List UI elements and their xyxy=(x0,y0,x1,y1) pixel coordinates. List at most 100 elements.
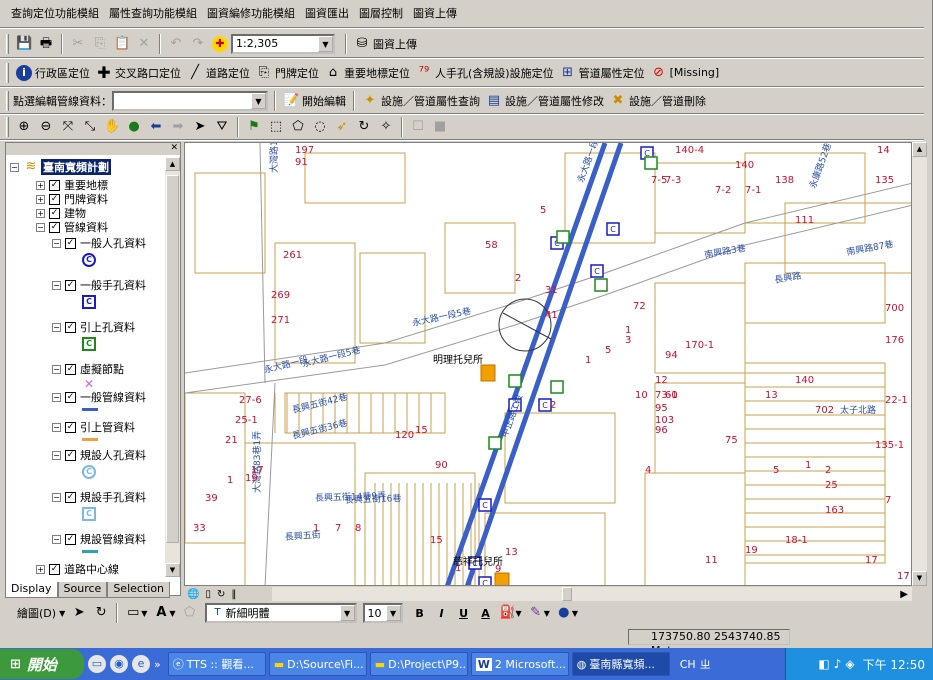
expand-icon[interactable]: + xyxy=(36,564,45,574)
redo-button[interactable]: ↷ xyxy=(187,33,209,55)
draw-menu-button[interactable]: 繪圖(D) ▼ xyxy=(14,602,68,624)
rotate-button[interactable]: ↻ xyxy=(353,116,375,138)
collapse-icon[interactable]: − xyxy=(52,450,61,460)
fixed-zoom-out-button[interactable]: ⤡ xyxy=(79,116,101,138)
toolbar-grip[interactable] xyxy=(6,117,9,137)
copy-button[interactable]: ⎘ xyxy=(89,33,111,55)
layer-checkbox[interactable]: ✓ xyxy=(65,237,76,249)
undo-button[interactable]: ↶ xyxy=(165,33,187,55)
task-tainan-map[interactable]: ◍ 臺南縣寬頻... xyxy=(571,652,670,676)
fill-color-button[interactable]: ⛽ ▼ xyxy=(497,602,525,624)
layer-virtual-node[interactable]: − ✓ 虛擬節點 xyxy=(52,361,124,377)
layer-checkbox[interactable]: ✓ xyxy=(49,207,60,219)
measure-button[interactable]: ✧ xyxy=(375,116,397,138)
collapse-icon[interactable]: − xyxy=(52,364,61,374)
road-locate-button[interactable]: ╱ 道路定位 xyxy=(184,62,253,84)
font-color-button[interactable]: A xyxy=(475,602,497,624)
close-icon[interactable]: ✕ xyxy=(170,143,178,154)
stop-button[interactable]: ■ xyxy=(429,116,451,138)
map-view[interactable]: CCCCCCCCC永大路一段5巷永大路一段5巷永大路一段長興五街42巷長興五街3… xyxy=(184,142,912,586)
menu-layer-control[interactable]: 圖層控制 xyxy=(354,0,408,28)
toolbar-grip[interactable] xyxy=(6,62,9,83)
marker-color-button[interactable]: ● ▼ xyxy=(553,602,581,624)
font-name-select[interactable]: T 新細明體 ▼ xyxy=(204,603,357,623)
layer-general-pipe[interactable]: − ✓ 一般管線資料 xyxy=(52,389,146,405)
desktop-quicklaunch-icon[interactable]: ▭ xyxy=(88,655,106,673)
task-source-folder[interactable]: ▬ D:\Source\Fi... xyxy=(268,652,367,676)
layer-planned-manhole[interactable]: − ✓ 規設人孔資料 xyxy=(52,447,146,463)
chevron-down-icon[interactable]: ▼ xyxy=(385,605,401,621)
network-tray-icon[interactable]: ◧ xyxy=(818,657,829,671)
start-edit-button[interactable]: 📝 開始編輯 xyxy=(280,90,349,112)
upload-button[interactable]: ⛁ 圖資上傳 xyxy=(351,33,420,55)
scroll-right-icon[interactable]: ▶ xyxy=(897,589,911,600)
collapse-icon[interactable]: − xyxy=(52,492,61,502)
collapse-icon[interactable]: − xyxy=(10,162,19,172)
task-project-folder[interactable]: ▬ D:\Project\P9... xyxy=(369,652,468,676)
fixed-zoom-in-button[interactable]: ⤧ xyxy=(57,116,79,138)
collapse-icon[interactable]: − xyxy=(52,534,61,544)
disabled-tool-button[interactable]: ☐ xyxy=(407,116,429,138)
toc-scroll-thumb[interactable] xyxy=(166,175,179,543)
back-extent-button[interactable]: ⬅ xyxy=(145,116,167,138)
task-word-group[interactable]: W2 Microsoft...▼ xyxy=(470,652,569,676)
add-data-button[interactable]: ✚ xyxy=(209,33,231,55)
layer-checkbox[interactable]: ✓ xyxy=(65,363,76,375)
layer-checkbox[interactable]: ✓ xyxy=(65,421,76,433)
missing-button[interactable]: ⊘ [Missing] xyxy=(648,62,723,84)
layer-checkbox[interactable]: ✓ xyxy=(49,563,60,575)
layer-riser-pipe[interactable]: − ✓ 引上管資料 xyxy=(52,419,135,435)
menu-query-locate[interactable]: 查詢定位功能模組 xyxy=(6,0,104,28)
toolbar-grip[interactable] xyxy=(6,90,9,111)
italic-button[interactable]: I xyxy=(431,602,453,624)
chevron-down-icon[interactable]: ▼ xyxy=(318,35,333,52)
layer-checkbox[interactable]: ✓ xyxy=(65,449,76,461)
toc-root[interactable]: − ≋ 臺南寬頻計劃 xyxy=(10,159,111,175)
chevron-more-icon[interactable]: » xyxy=(154,658,161,671)
chevron-down-icon[interactable]: ▼ xyxy=(251,92,266,109)
layer-pipeline-group[interactable]: − ✓ 管線資料 xyxy=(36,219,108,235)
layer-checkbox[interactable]: ✓ xyxy=(65,321,76,333)
zoom-out-button[interactable]: ⊖ xyxy=(35,116,57,138)
ie-quicklaunch-icon[interactable]: e xyxy=(132,655,150,673)
cut-button[interactable]: ✂ xyxy=(67,33,89,55)
collapse-icon[interactable]: − xyxy=(52,322,61,332)
forward-extent-button[interactable]: ➡ xyxy=(167,116,189,138)
collapse-icon[interactable]: − xyxy=(52,392,61,402)
pipe-attr-locate-button[interactable]: ⊞ 管道屬性定位 xyxy=(557,62,648,84)
edit-layer-select[interactable]: ▼ xyxy=(112,90,268,111)
layer-general-manhole[interactable]: − ✓ 一般人孔資料 xyxy=(52,235,146,251)
identify-button[interactable]: ⛛ xyxy=(211,116,233,138)
select-features-button[interactable]: ➤ xyxy=(189,116,211,138)
layer-riser-hole[interactable]: − ✓ 引上孔資料 xyxy=(52,319,135,335)
layer-checkbox[interactable]: ✓ xyxy=(49,193,60,205)
layer-checkbox[interactable]: ✓ xyxy=(65,491,76,503)
layer-planned-pipe[interactable]: − ✓ 規設管線資料 xyxy=(52,531,146,547)
map-canvas[interactable]: CCCCCCCCC永大路一段5巷永大路一段5巷永大路一段長興五街42巷長興五街3… xyxy=(185,143,912,586)
tab-display[interactable]: Display xyxy=(5,582,58,598)
toolbar-grip[interactable] xyxy=(6,33,9,54)
volume-tray-icon[interactable]: ♪ xyxy=(834,657,842,671)
rotate-element-button[interactable]: ↻ xyxy=(90,602,112,624)
layer-road-centerline[interactable]: + ✓ 道路中心線 xyxy=(36,561,119,577)
menu-map-edit[interactable]: 圖資編修功能模組 xyxy=(202,0,300,28)
manhole-locate-button[interactable]: ⁷⁹ 人手孔(含規設)設施定位 xyxy=(413,62,557,84)
layer-checkbox[interactable]: ✓ xyxy=(49,179,60,191)
select-circle-button[interactable]: ◌ xyxy=(309,116,331,138)
attr-query-button[interactable]: ✦ 設施／管道屬性查詢 xyxy=(359,90,483,112)
browser-quicklaunch-icon[interactable]: ◉ xyxy=(110,655,128,673)
expand-icon[interactable]: + xyxy=(36,194,45,204)
menu-upload[interactable]: 圖資上傳 xyxy=(408,0,462,28)
expand-icon[interactable]: + xyxy=(36,208,45,218)
layer-checkbox[interactable]: ✓ xyxy=(65,279,76,291)
paste-button[interactable]: 📋 xyxy=(111,33,133,55)
ime-indicator[interactable]: CH xyxy=(680,658,696,671)
full-extent-button[interactable]: ● xyxy=(123,116,145,138)
map-hscroll-thumb[interactable] xyxy=(562,587,572,601)
collapse-icon[interactable]: − xyxy=(52,238,61,248)
print-button[interactable]: 🖶 xyxy=(35,33,57,55)
intersection-locate-button[interactable]: ✚ 交叉路口定位 xyxy=(93,62,184,84)
underline-button[interactable]: U xyxy=(453,602,475,624)
landmark-locate-button[interactable]: ⌂ 重要地標定位 xyxy=(322,62,413,84)
map-vertical-scrollbar[interactable]: ▲ ▼ xyxy=(912,142,927,586)
